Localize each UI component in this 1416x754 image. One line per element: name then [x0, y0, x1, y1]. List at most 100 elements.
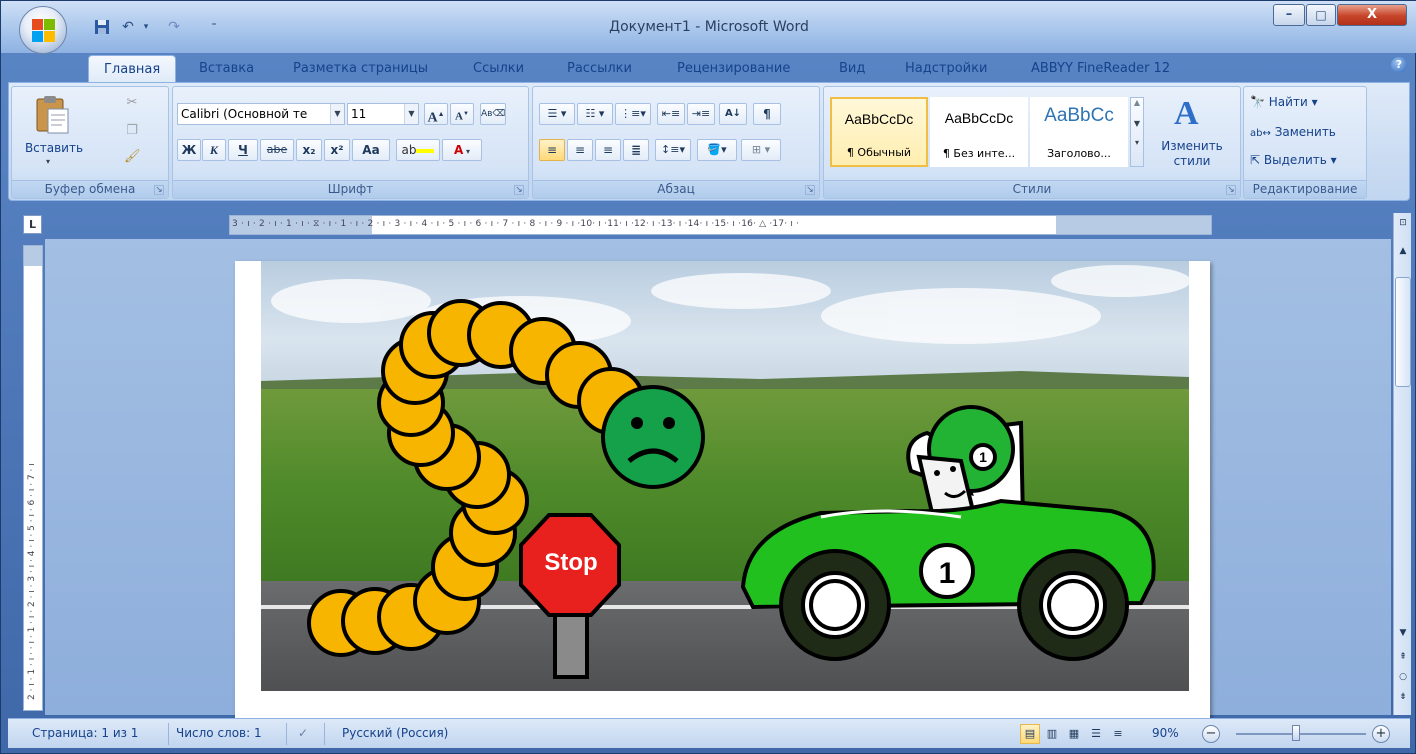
browse-object-icon[interactable]: ○ — [1395, 669, 1411, 685]
next-page-icon[interactable]: ⇟ — [1395, 689, 1411, 705]
scroll-down-icon[interactable]: ▼ — [1395, 625, 1411, 641]
borders-button[interactable]: ⊞ ▾ — [741, 139, 781, 161]
italic-button[interactable]: К — [202, 139, 226, 161]
numbering-button[interactable]: ☷ ▾ — [577, 103, 613, 125]
zoom-slider-thumb[interactable] — [1292, 725, 1300, 741]
tab-abbyy[interactable]: ABBYY FineReader 12 — [1031, 59, 1170, 81]
find-button[interactable]: 🔭 Найти ▾ — [1250, 95, 1318, 109]
tab-insert[interactable]: Вставка — [199, 59, 254, 81]
tab-mailings[interactable]: Рассылки — [567, 59, 632, 81]
select-label: Выделить — [1263, 153, 1327, 167]
increase-indent-button[interactable]: ⇥≡ — [687, 103, 715, 125]
vertical-ruler[interactable]: 2 · ı · 1 · ı · · ı · 1 · ı · 2 · ı · 3 … — [23, 245, 43, 711]
chevron-down-icon[interactable]: ▼ — [404, 104, 418, 124]
document-area: Stop 1 1 — [45, 239, 1391, 721]
format-painter-icon[interactable]: 🖌 — [124, 149, 141, 165]
web-layout-icon[interactable]: ▦ — [1064, 724, 1084, 744]
align-left-button[interactable]: ≡ — [539, 139, 565, 161]
style-no-spacing[interactable]: AaBbCcDc ¶ Без инте... — [930, 97, 1028, 167]
vertical-scrollbar[interactable]: ⊡ ▲ ▼ ⇞ ○ ⇟ — [1393, 213, 1411, 715]
clipboard-launcher-icon[interactable]: ↘ — [154, 185, 164, 195]
help-icon[interactable]: ? — [1391, 57, 1407, 73]
grow-font-button[interactable]: A▲ — [424, 103, 448, 126]
tab-view[interactable]: Вид — [839, 59, 865, 81]
office-button[interactable] — [19, 6, 67, 54]
scroll-thumb[interactable] — [1395, 277, 1411, 387]
tab-page-layout[interactable]: Разметка страницы — [293, 59, 428, 81]
style-normal-name: ¶ Обычный — [846, 146, 912, 159]
sort-button[interactable]: A↓ — [719, 103, 747, 125]
tab-selector[interactable]: L — [23, 215, 42, 234]
zoom-slider[interactable] — [1236, 733, 1366, 735]
horizontal-ruler[interactable]: 3 · ı · 2 · ı · 1 · ı · ⧖ · ı · 1 · ı · … — [229, 215, 1212, 235]
strikethrough-button[interactable]: abe — [260, 139, 294, 161]
clear-formatting-button[interactable]: Aв⌫ — [480, 103, 506, 125]
paint-bucket-icon: 🪣 — [707, 143, 722, 156]
tab-addins[interactable]: Надстройки — [905, 59, 987, 81]
underline-button[interactable]: Ч — [228, 139, 258, 161]
page-count-status[interactable]: Страница: 1 из 1 — [32, 726, 138, 740]
word-count-status[interactable]: Число слов: 1 — [176, 726, 262, 740]
minimize-button[interactable]: – — [1273, 4, 1305, 26]
document-page[interactable]: Stop 1 1 — [235, 261, 1210, 721]
show-formatting-button[interactable]: ¶ — [753, 103, 781, 125]
group-styles: AaBbCcDc ¶ Обычный AaBbCcDc ¶ Без инте..… — [823, 86, 1241, 199]
draft-icon[interactable]: ≡ — [1108, 724, 1128, 744]
zoom-out-icon[interactable]: − — [1202, 725, 1220, 743]
inserted-picture[interactable]: Stop 1 1 — [261, 261, 1189, 691]
select-button[interactable]: ⇱ Выделить ▾ — [1250, 153, 1337, 167]
bullets-button[interactable]: ☰ ▾ — [539, 103, 575, 125]
copy-icon[interactable]: ❐ — [124, 123, 140, 139]
language-status[interactable]: Русский (Россия) — [342, 726, 448, 740]
shrink-font-button[interactable]: A▼ — [450, 103, 474, 125]
align-center-button[interactable]: ≡ — [567, 139, 593, 161]
styles-gallery-scroll[interactable]: ▲ ▼ ▾ — [1130, 97, 1144, 167]
style-no-spacing-name: ¶ Без инте... — [942, 147, 1016, 160]
styles-launcher-icon[interactable]: ↘ — [1226, 185, 1236, 195]
chevron-down-icon[interactable]: ▼ — [330, 104, 344, 124]
cut-icon[interactable]: ✂ — [124, 95, 140, 111]
paragraph-launcher-icon[interactable]: ↘ — [805, 185, 815, 195]
tab-home[interactable]: Главная — [88, 55, 177, 85]
replace-button[interactable]: ab↔ Заменить — [1250, 125, 1336, 139]
style-heading1[interactable]: AaBbCc Заголово... — [1030, 97, 1128, 167]
justify-button[interactable]: ≣ — [623, 139, 649, 161]
group-clipboard-label: Буфер обмена — [12, 180, 168, 198]
subscript-button[interactable]: x₂ — [296, 139, 322, 161]
shading-button[interactable]: 🪣▾ — [697, 139, 737, 161]
group-styles-label: Стили — [824, 180, 1240, 198]
paste-button[interactable]: Вставить ▾ — [25, 93, 83, 169]
group-font: Calibri (Основной те ▼ 11 ▼ A▲ A▼ Aв⌫ Ж … — [172, 86, 529, 199]
font-launcher-icon[interactable]: ↘ — [514, 185, 524, 195]
style-normal[interactable]: AaBbCcDc ¶ Обычный — [830, 97, 928, 167]
highlight-button[interactable]: ab — [396, 139, 440, 161]
ruler-toggle-icon[interactable]: ⊡ — [1395, 215, 1411, 231]
font-color-button[interactable]: A ▾ — [442, 139, 482, 161]
zoom-level[interactable]: 90% — [1152, 726, 1179, 740]
font-name-combo[interactable]: Calibri (Основной те ▼ — [177, 103, 345, 125]
close-button[interactable]: X — [1337, 4, 1407, 26]
tab-references[interactable]: Ссылки — [473, 59, 524, 81]
font-size-combo[interactable]: 11 ▼ — [347, 103, 419, 125]
maximize-button[interactable]: □ — [1306, 4, 1336, 26]
proofing-icon[interactable]: ✓ — [298, 726, 308, 740]
replace-icon: ab↔ — [1250, 128, 1271, 139]
line-spacing-button[interactable]: ↕≡▾ — [655, 139, 691, 161]
change-styles-button[interactable]: A Изменить стили — [1150, 93, 1234, 177]
multilevel-list-button[interactable]: ⋮≡▾ — [615, 103, 651, 125]
align-right-button[interactable]: ≡ — [595, 139, 621, 161]
tab-review[interactable]: Рецензирование — [677, 59, 790, 81]
zoom-in-icon[interactable]: + — [1372, 725, 1390, 743]
decrease-indent-button[interactable]: ⇤≡ — [657, 103, 685, 125]
superscript-button[interactable]: x² — [324, 139, 350, 161]
outline-icon[interactable]: ☰ — [1086, 724, 1106, 744]
change-case-button[interactable]: Aa — [352, 139, 390, 161]
full-screen-reading-icon[interactable]: ▥ — [1042, 724, 1062, 744]
group-paragraph-label: Абзац — [533, 180, 819, 198]
scroll-up-icon[interactable]: ▲ — [1395, 243, 1411, 259]
group-paragraph: ☰ ▾ ☷ ▾ ⋮≡▾ ⇤≡ ⇥≡ A↓ ¶ ≡ ≡ ≡ ≣ ↕≡▾ 🪣▾ ⊞ … — [532, 86, 820, 199]
bold-button[interactable]: Ж — [177, 139, 201, 161]
highlighter-icon: ab — [401, 143, 417, 157]
previous-page-icon[interactable]: ⇞ — [1395, 649, 1411, 665]
print-layout-icon[interactable]: ▤ — [1020, 724, 1040, 744]
